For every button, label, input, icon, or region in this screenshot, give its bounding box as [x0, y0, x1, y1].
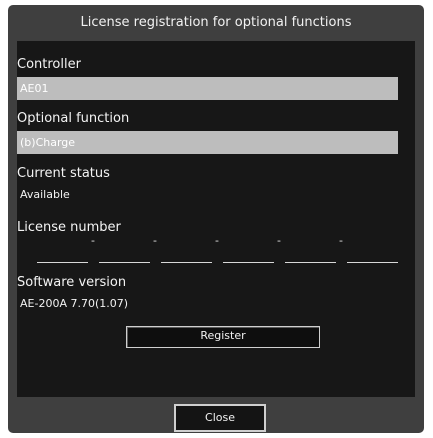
current-status-label: Current status	[17, 166, 110, 181]
current-status-value: Available	[20, 188, 70, 201]
license-number-label: License number	[17, 220, 121, 235]
optional-function-label: Optional function	[17, 111, 130, 126]
license-number-segment-6[interactable]	[347, 240, 398, 263]
close-button[interactable]: Close	[174, 404, 266, 432]
software-version-label: Software version	[17, 275, 127, 290]
dialog-title: License registration for optional functi…	[80, 15, 352, 30]
controller-label: Controller	[17, 57, 81, 72]
license-separator: -	[339, 234, 343, 247]
controller-field: AE01	[17, 77, 398, 100]
license-number-segment-1[interactable]	[37, 240, 88, 263]
register-button[interactable]: Register	[126, 326, 320, 348]
license-number-segment-3[interactable]	[161, 240, 212, 263]
license-separator: -	[91, 234, 95, 247]
optional-function-field: (b)Charge	[17, 131, 398, 154]
license-number-segment-5[interactable]	[285, 240, 336, 263]
license-separator: -	[153, 234, 157, 247]
license-separator: -	[215, 234, 219, 247]
license-number-segment-4[interactable]	[223, 240, 274, 263]
software-version-value: AE-200A 7.70(1.07)	[20, 297, 129, 310]
license-separator: -	[277, 234, 281, 247]
license-number-segment-2[interactable]	[99, 240, 150, 263]
